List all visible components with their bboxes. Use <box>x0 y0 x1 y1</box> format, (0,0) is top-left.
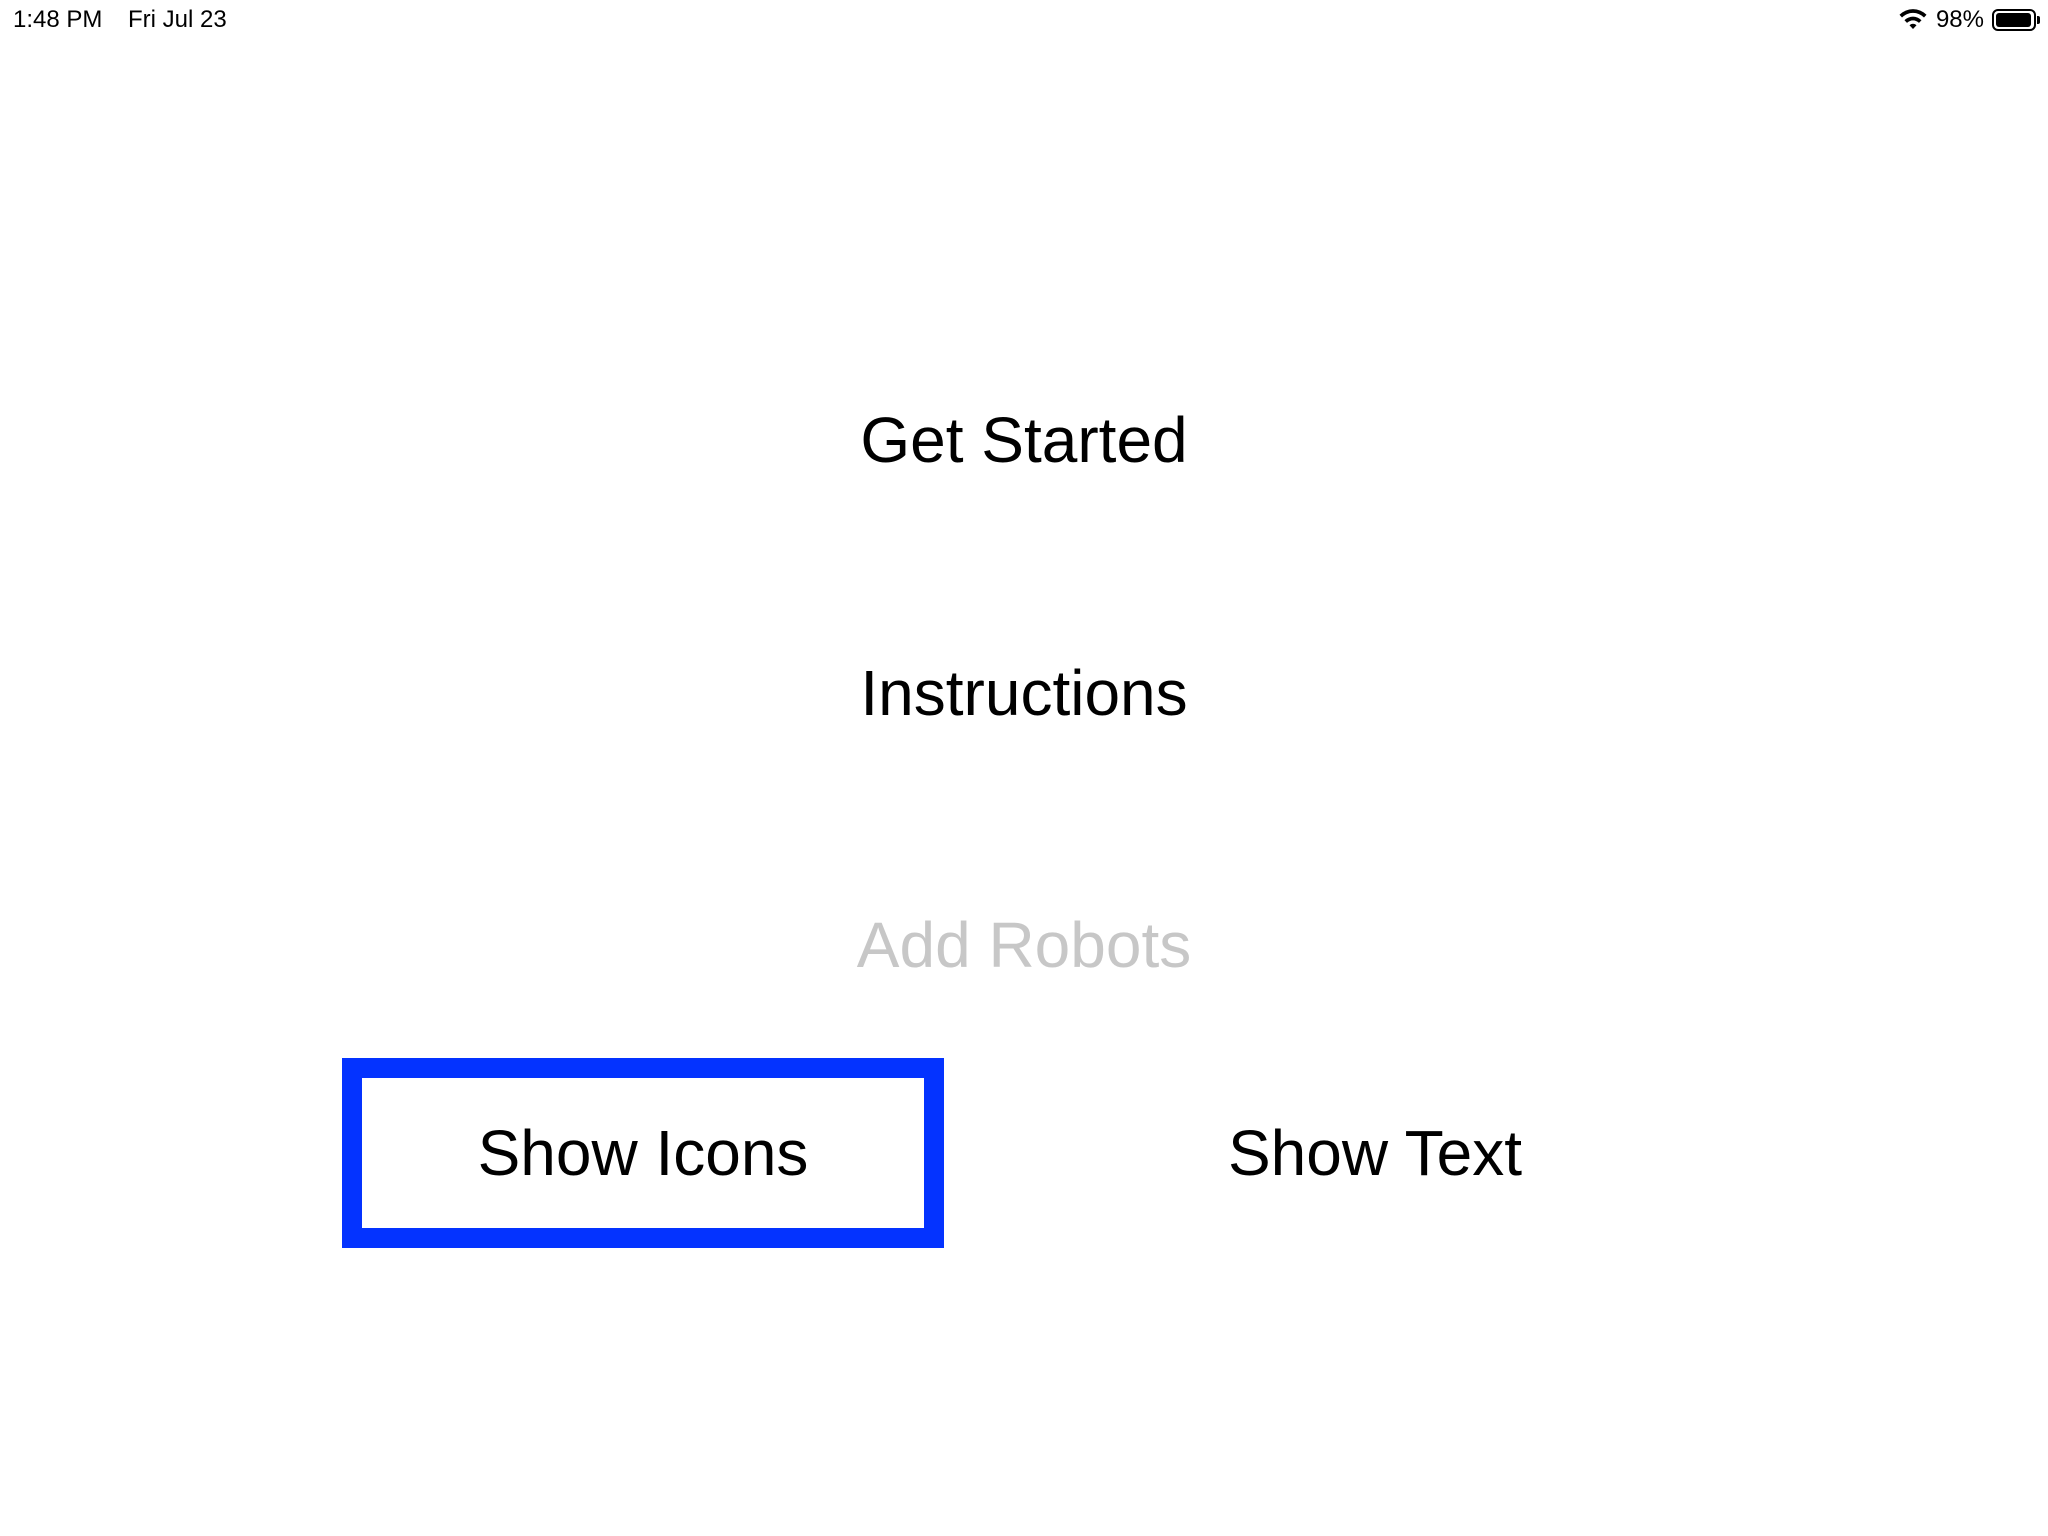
show-text-button[interactable]: Show Text <box>1074 1058 1676 1248</box>
instructions-button[interactable]: Instructions <box>724 638 1324 748</box>
add-robots-button[interactable]: Add Robots <box>724 890 1324 1000</box>
battery-percent: 98% <box>1935 6 1984 33</box>
status-indicators: 98% <box>1898 6 2040 34</box>
status-date: Fri Jul 23 <box>128 6 227 33</box>
wifi-icon <box>1899 9 1927 29</box>
status-time: 1:48 PM <box>13 6 103 33</box>
get-started-button[interactable]: Get Started <box>724 385 1324 495</box>
battery-fill <box>1996 13 2032 27</box>
battery-body <box>1992 9 2036 31</box>
battery-cap <box>2037 16 2040 24</box>
show-icons-button[interactable]: Show Icons <box>342 1058 944 1248</box>
battery-icon <box>1992 9 2040 31</box>
status-bar: 1:48 PM Fri Jul 23 98% <box>0 0 2048 40</box>
